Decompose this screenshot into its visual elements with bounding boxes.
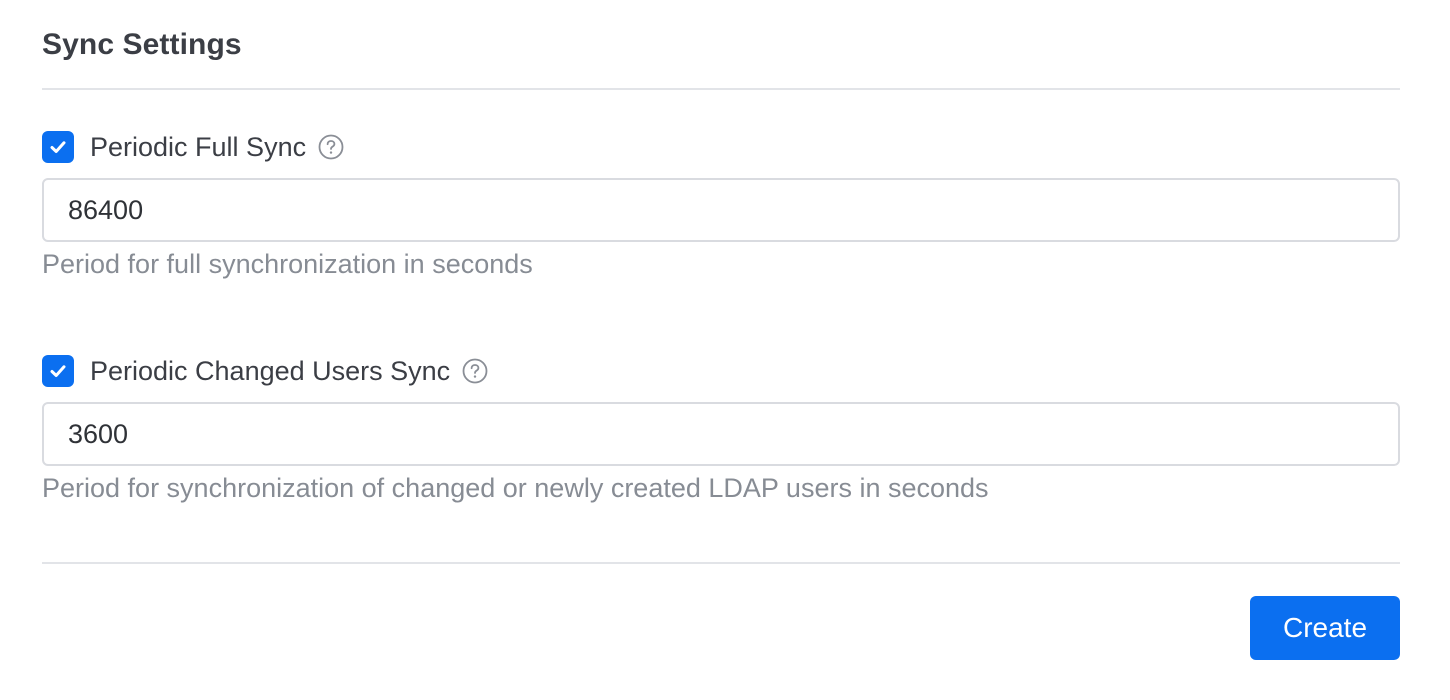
full-sync-checkbox[interactable] <box>42 131 74 163</box>
changed-users-sync-help-text: Period for synchronization of changed or… <box>42 473 989 503</box>
full-sync-label[interactable]: Periodic Full Sync <box>90 131 306 163</box>
changed-users-sync-checkbox[interactable] <box>42 355 74 387</box>
footer-divider <box>42 562 1400 564</box>
changed-users-sync-label[interactable]: Periodic Changed Users Sync <box>90 355 450 387</box>
sync-settings-panel: Sync Settings Periodic Full Sync Period … <box>0 0 1450 700</box>
section-title: Sync Settings <box>42 28 242 61</box>
question-circle-icon[interactable] <box>462 358 488 384</box>
checkmark-icon <box>50 141 66 153</box>
full-sync-help-text: Period for full synchronization in secon… <box>42 249 533 279</box>
question-circle-icon[interactable] <box>318 134 344 160</box>
changed-users-sync-period-input[interactable] <box>42 402 1400 466</box>
create-button[interactable]: Create <box>1250 596 1400 660</box>
header-divider <box>42 88 1400 90</box>
checkmark-icon <box>50 365 66 377</box>
full-sync-row: Periodic Full Sync <box>42 131 344 163</box>
full-sync-period-input[interactable] <box>42 178 1400 242</box>
changed-users-sync-row: Periodic Changed Users Sync <box>42 355 488 387</box>
